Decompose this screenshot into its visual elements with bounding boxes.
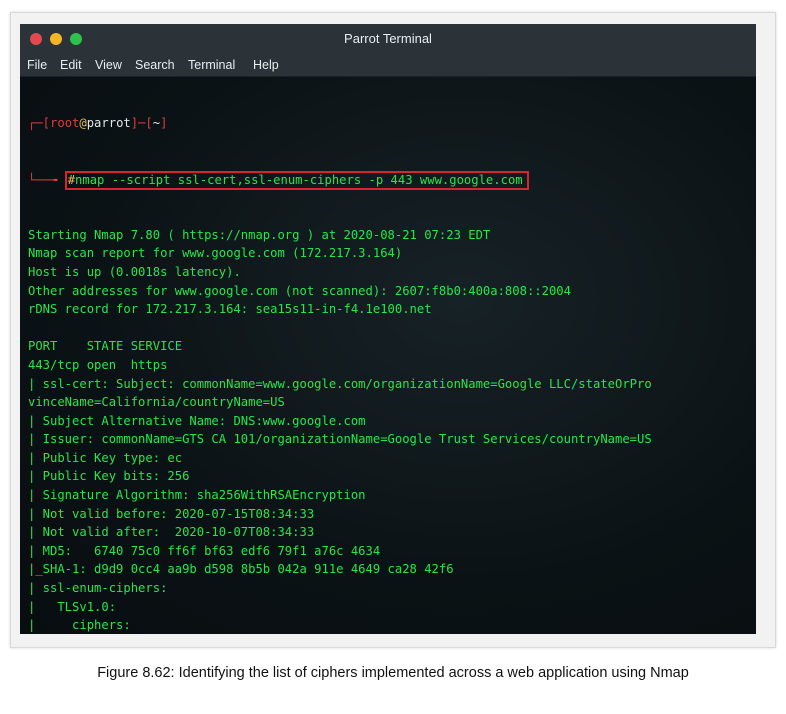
- output-line: | ssl-cert: Subject: commonName=www.goog…: [28, 376, 652, 391]
- output-line: | ciphers:: [28, 618, 131, 633]
- output-line: Starting Nmap 7.80 ( https://nmap.org ) …: [28, 227, 491, 242]
- window-title: Parrot Terminal: [344, 31, 432, 46]
- prompt-line-1: ┌─[root@parrot]─[~]: [28, 114, 652, 133]
- output-line: vinceName=California/countryName=US: [28, 395, 285, 410]
- output-line: | Signature Algorithm: sha256WithRSAEncr…: [28, 488, 366, 503]
- menu-edit[interactable]: Edit: [60, 58, 82, 72]
- output-line: | Not valid after: 2020-10-07T08:34:33: [28, 525, 315, 540]
- prompt-dir: ~: [152, 116, 161, 131]
- menu-search[interactable]: Search: [135, 58, 175, 72]
- output-line: PORT STATE SERVICE: [28, 339, 183, 354]
- output-line: Other addresses for www.google.com (not …: [28, 283, 571, 298]
- menu-terminal[interactable]: Terminal: [188, 58, 235, 72]
- terminal-area[interactable]: ┌─[root@parrot]─[~] └──╼ #nmap --script …: [20, 77, 756, 634]
- prompt-arrow: └──╼: [28, 172, 65, 187]
- prompt-host: parrot: [86, 116, 131, 131]
- menu-view[interactable]: View: [95, 58, 122, 72]
- output-line: Host is up (0.0018s latency).: [28, 264, 241, 279]
- terminal-window: Parrot Terminal File Edit View Search Te…: [20, 24, 756, 634]
- output-line: rDNS record for 172.217.3.164: sea15s11-…: [28, 302, 432, 317]
- output-line: |_SHA-1: d9d9 0cc4 aa9b d598 8b5b 042a 9…: [28, 562, 454, 577]
- output-line: | MD5: 6740 75c0 ff6f bf63 edf6 79f1 a76…: [28, 543, 381, 558]
- menu-bar: File Edit View Search Terminal Help: [20, 54, 756, 77]
- output-line: | Not valid before: 2020-07-15T08:34:33: [28, 506, 315, 521]
- prompt-bracket: ┌─[: [28, 116, 51, 131]
- highlighted-command: #nmap --script ssl-cert,ssl-enum-ciphers…: [64, 170, 529, 190]
- menu-help[interactable]: Help: [253, 58, 279, 72]
- figure-caption: Figure 8.62: Identifying the list of cip…: [97, 665, 689, 681]
- terminal-output: ┌─[root@parrot]─[~] └──╼ #nmap --script …: [28, 77, 652, 634]
- menu-file[interactable]: File: [27, 58, 47, 72]
- output-line: | Issuer: commonName=GTS CA 101/organiza…: [28, 432, 652, 447]
- output-line: 443/tcp open https: [28, 357, 168, 372]
- output-line: | Subject Alternative Name: DNS:www.goog…: [28, 413, 366, 428]
- prompt-user: root: [50, 116, 80, 131]
- command-text: nmap --script ssl-cert,ssl-enum-ciphers …: [75, 172, 523, 187]
- output-line: Nmap scan report for www.google.com (172…: [28, 246, 403, 261]
- prompt-line-2: └──╼ #nmap --script ssl-cert,ssl-enum-ci…: [28, 170, 652, 190]
- output-line: | ssl-enum-ciphers:: [28, 581, 168, 596]
- prompt-hash: #: [67, 172, 76, 187]
- output-line: | Public Key type: ec: [28, 450, 183, 465]
- title-bar: Parrot Terminal: [20, 24, 756, 54]
- output-line: | TLSv1.0:: [28, 599, 117, 614]
- prompt-bracket: ]─[: [130, 116, 153, 131]
- output-line: | Public Key bits: 256: [28, 469, 190, 484]
- prompt-at: @: [79, 116, 87, 131]
- prompt-bracket: ]: [160, 116, 168, 131]
